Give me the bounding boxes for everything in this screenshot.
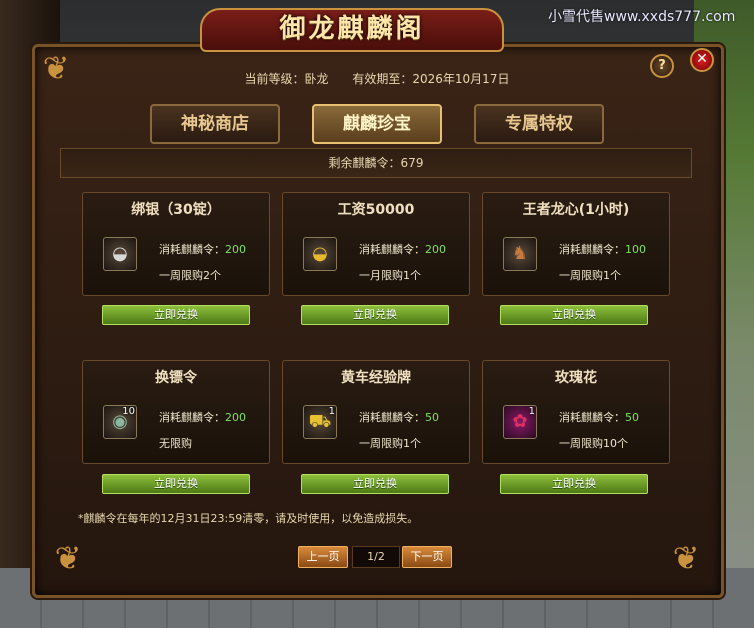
item-limit: 一月限购1个 — [359, 269, 421, 282]
item-limit: 无限购 — [159, 437, 192, 450]
yellow-cart-card-icon[interactable]: ⛟ 1 — [303, 405, 337, 439]
escort-token-icon[interactable]: ◉ 10 — [103, 405, 137, 439]
item-name: 换镖令 — [155, 370, 197, 386]
item-card: 王者龙心(1小时) ♞ 消耗麒麟令：100 一周限购1个 — [482, 192, 670, 296]
item-limit: 一周限购2个 — [159, 269, 221, 282]
item-name: 工资50000 — [337, 202, 415, 218]
item-name: 黄车经验牌 — [341, 370, 411, 386]
corner-ornament-bottom-right: ❦ — [672, 539, 700, 577]
item-card: 绑银（30锭） ◒ 消耗麒麟令：200 一周限购2个 — [82, 192, 270, 296]
item-count: 1 — [528, 406, 535, 417]
current-level: 当前等级：卧龙 — [244, 72, 329, 86]
remaining-tokens: 剩余麒麟令：679 — [60, 148, 692, 178]
window-title: 御龙麒麟阁 — [200, 8, 504, 52]
gold-ingot-icon[interactable]: ◒ — [303, 237, 337, 271]
footnote: *麒麟令在每年的12月31日23:59清零，请及时使用，以免造成损失。 — [78, 512, 419, 525]
item-card: 黄车经验牌 ⛟ 1 消耗麒麟令：50 一周限购1个 — [282, 360, 470, 464]
redeem-button[interactable]: 立即兑换 — [102, 474, 250, 494]
item-count: 10 — [122, 406, 135, 417]
info-bar: 当前等级：卧龙 有效期至：2026年10月17日 — [60, 68, 694, 90]
redeem-button[interactable]: 立即兑换 — [301, 305, 449, 325]
item-cost: 消耗麒麟令：200 — [159, 411, 246, 424]
expiry-date: 有效期至：2026年10月17日 — [352, 72, 510, 86]
tab-mystery-shop[interactable]: 神秘商店 — [150, 104, 280, 144]
tab-qilin-treasure[interactable]: 麒麟珍宝 — [312, 104, 442, 144]
corner-ornament-bottom-left: ❦ — [54, 539, 82, 577]
item-cost: 消耗麒麟令：200 — [359, 243, 446, 256]
redeem-button[interactable]: 立即兑换 — [500, 305, 648, 325]
tab-exclusive-privilege[interactable]: 专属特权 — [474, 104, 604, 144]
item-card: 玫瑰花 ✿ 1 消耗麒麟令：50 一周限购10个 — [482, 360, 670, 464]
item-name: 王者龙心(1小时) — [522, 202, 630, 218]
item-cost: 消耗麒麟令：50 — [559, 411, 639, 424]
watermark: 小雪代售www.xxds777.com — [548, 9, 736, 25]
item-name: 玫瑰花 — [555, 370, 597, 386]
redeem-button[interactable]: 立即兑换 — [301, 474, 449, 494]
item-cost: 消耗麒麟令：100 — [559, 243, 646, 256]
item-card: 工资50000 ◒ 消耗麒麟令：200 一月限购1个 — [282, 192, 470, 296]
silver-ingot-icon[interactable]: ◒ — [103, 237, 137, 271]
page-indicator: 1/2 — [352, 546, 400, 568]
redeem-button[interactable]: 立即兑换 — [102, 305, 250, 325]
redeem-button[interactable]: 立即兑换 — [500, 474, 648, 494]
prev-page-button[interactable]: 上一页 — [298, 546, 348, 568]
next-page-button[interactable]: 下一页 — [402, 546, 452, 568]
item-limit: 一周限购10个 — [559, 437, 628, 450]
tab-bar: 神秘商店 麒麟珍宝 专属特权 — [150, 104, 604, 144]
item-cost: 消耗麒麟令：200 — [159, 243, 246, 256]
item-limit: 一周限购1个 — [359, 437, 421, 450]
item-card: 换镖令 ◉ 10 消耗麒麟令：200 无限购 — [82, 360, 270, 464]
item-limit: 一周限购1个 — [559, 269, 621, 282]
rose-icon[interactable]: ✿ 1 — [503, 405, 537, 439]
dragon-heart-icon[interactable]: ♞ — [503, 237, 537, 271]
item-name: 绑银（30锭） — [131, 202, 221, 218]
item-cost: 消耗麒麟令：50 — [359, 411, 439, 424]
item-count: 1 — [328, 406, 335, 417]
